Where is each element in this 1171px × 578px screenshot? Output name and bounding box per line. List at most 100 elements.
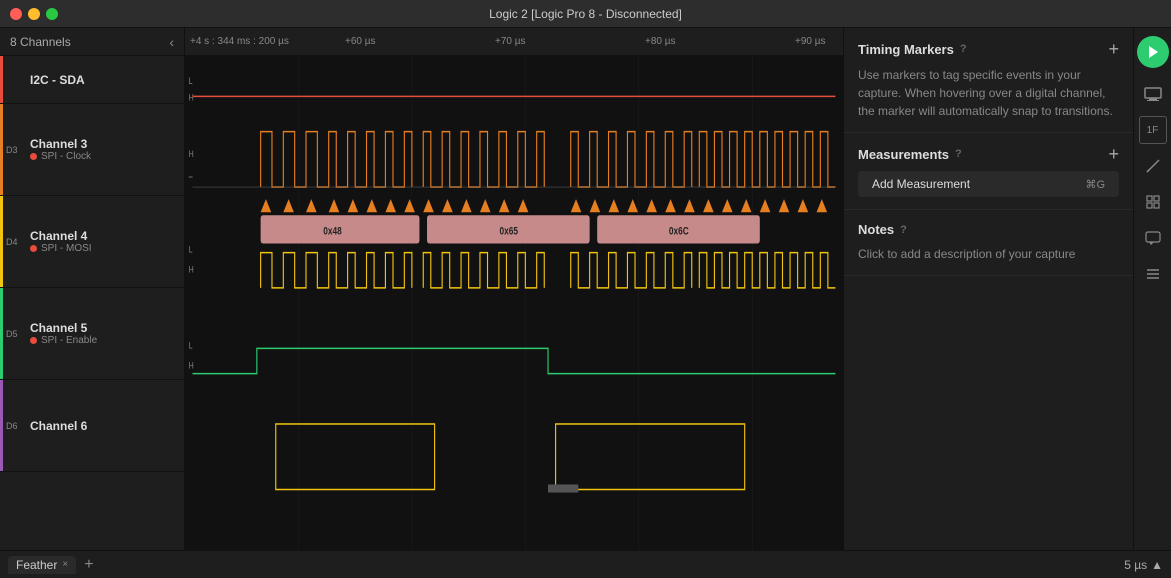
play-icon [1147, 45, 1159, 59]
minimize-button[interactable] [28, 8, 40, 20]
timing-markers-description: Use markers to tag specific events in yo… [858, 66, 1119, 120]
channel-info: Channel 6 [30, 419, 174, 433]
tab-label: Feather [16, 558, 57, 572]
waveform-tracks[interactable]: L H H [185, 56, 843, 550]
measurements-add-button[interactable]: + [1108, 145, 1119, 163]
channel-item-5[interactable]: D5 Channel 5 SPI - Enable [0, 288, 184, 380]
window-title: Logic 2 [Logic Pro 8 - Disconnected] [489, 7, 682, 21]
protocol-label: SPI - Enable [41, 335, 97, 346]
bottombar: Feather × + 5 µs ▲ [0, 550, 1171, 578]
channel-name: Channel 3 [30, 137, 174, 151]
right-toolbar: 1F [1133, 28, 1171, 550]
close-button[interactable] [10, 8, 22, 20]
channel-item-3[interactable]: D3 Channel 3 SPI - Clock [0, 104, 184, 196]
notes-header: Notes ? [858, 222, 1119, 237]
channel-info: Channel 3 SPI - Clock [30, 137, 174, 162]
channel-protocol: SPI - MOSI [30, 243, 174, 254]
add-measurement-label: Add Measurement [872, 177, 970, 191]
channel-color-indicator [0, 380, 3, 471]
feather-tab[interactable]: Feather × [8, 556, 76, 574]
add-measurement-shortcut: ⌘G [1085, 178, 1105, 191]
channel-item-4[interactable]: D4 Channel 4 SPI - MOSI [0, 196, 184, 288]
chat-icon [1145, 231, 1161, 245]
svg-text:L: L [189, 245, 193, 255]
measurements-title: Measurements ? [858, 147, 962, 162]
collapse-sidebar-button[interactable]: ‹ [169, 34, 174, 50]
svg-text:0x48: 0x48 [323, 225, 342, 237]
channel-protocol: SPI - Enable [30, 335, 174, 346]
protocol-label: SPI - Clock [41, 151, 91, 162]
channel-name: Channel 5 [30, 321, 174, 335]
svg-text:0x6C: 0x6C [669, 225, 689, 237]
sample-rate-value: 5 µs [1124, 558, 1147, 572]
channel-id: D5 [6, 329, 18, 339]
channel-color-indicator [0, 196, 3, 287]
list-icon [1145, 268, 1161, 280]
svg-text:H: H [189, 92, 194, 102]
measurements-section: Measurements ? + Add Measurement ⌘G [844, 133, 1133, 210]
device-icon [1144, 87, 1162, 101]
protocol-color-dot [30, 153, 37, 160]
time-offset: +4 s : 344 ms : 200 µs [190, 36, 289, 47]
sidebar-title: 8 Channels [10, 35, 71, 49]
svg-text:0x65: 0x65 [499, 225, 518, 237]
traffic-lights [10, 8, 58, 20]
ruler-button[interactable] [1139, 152, 1167, 180]
channel-item-6[interactable]: D6 Channel 6 [0, 380, 184, 472]
notes-help-icon[interactable]: ? [900, 224, 907, 236]
list-button[interactable] [1139, 260, 1167, 288]
svg-text:H: H [189, 361, 194, 371]
protocol-label: SPI - MOSI [41, 243, 92, 254]
measurements-label: Measurements [858, 147, 949, 162]
sample-rate-chevron[interactable]: ▲ [1151, 558, 1163, 572]
maximize-button[interactable] [46, 8, 58, 20]
notes-section: Notes ? Click to add a description of yo… [844, 210, 1133, 276]
svg-text:L: L [189, 340, 193, 350]
main-content: 8 Channels ‹ I2C - SDA D3 Channel 3 SPI … [0, 28, 1171, 550]
protocol-color-dot [30, 337, 37, 344]
channel-color-indicator [0, 104, 3, 195]
chat-button[interactable] [1139, 224, 1167, 252]
channel-id: D4 [6, 237, 18, 247]
channel-color-indicator [0, 288, 3, 379]
play-button[interactable] [1137, 36, 1169, 68]
timing-markers-header: Timing Markers ? + [858, 40, 1119, 58]
protocol-color-dot [30, 245, 37, 252]
notes-title: Notes ? [858, 222, 907, 237]
add-tab-button[interactable]: + [84, 556, 93, 574]
channel-protocol: SPI - Clock [30, 151, 174, 162]
channel-info: Channel 4 SPI - MOSI [30, 229, 174, 254]
svg-text:L: L [189, 76, 193, 86]
channel-name: I2C - SDA [30, 73, 174, 87]
channel-name: Channel 4 [30, 229, 174, 243]
sidebar: 8 Channels ‹ I2C - SDA D3 Channel 3 SPI … [0, 28, 185, 550]
channel-id: D3 [6, 145, 18, 155]
notes-label: Notes [858, 222, 894, 237]
svg-text:H: H [189, 265, 194, 275]
timing-markers-section: Timing Markers ? + Use markers to tag sp… [844, 28, 1133, 133]
svg-text:H: H [189, 149, 194, 159]
titlebar: Logic 2 [Logic Pro 8 - Disconnected] [0, 0, 1171, 28]
channel-info: Channel 5 SPI - Enable [30, 321, 174, 346]
device-button[interactable] [1139, 80, 1167, 108]
grid-button[interactable] [1139, 188, 1167, 216]
time-mark-90: +90 µs [795, 36, 826, 47]
tab-close-button[interactable]: × [62, 559, 68, 570]
timing-markers-add-button[interactable]: + [1108, 40, 1119, 58]
time-mark-70: +70 µs [495, 36, 526, 47]
time-ruler: +4 s : 344 ms : 200 µs +60 µs +70 µs +80… [185, 28, 843, 56]
add-measurement-button[interactable]: Add Measurement ⌘G [858, 171, 1119, 197]
grid-icon [1145, 194, 1161, 210]
one-f-button[interactable]: 1F [1139, 116, 1167, 144]
notes-placeholder[interactable]: Click to add a description of your captu… [858, 245, 1119, 263]
measurements-header: Measurements ? + [858, 145, 1119, 163]
timing-markers-title: Timing Markers ? [858, 42, 967, 57]
channel-item-i2c-sda[interactable]: I2C - SDA [0, 56, 184, 104]
timing-markers-help-icon[interactable]: ? [960, 43, 967, 55]
time-mark-80: +80 µs [645, 36, 676, 47]
measurements-help-icon[interactable]: ? [955, 148, 962, 160]
sample-rate-area: 5 µs ▲ [1124, 558, 1163, 572]
waveform-svg: L H H [185, 56, 843, 550]
tabs-area: Feather × + [8, 556, 94, 574]
waveform-container[interactable]: +4 s : 344 ms : 200 µs +60 µs +70 µs +80… [185, 28, 843, 550]
